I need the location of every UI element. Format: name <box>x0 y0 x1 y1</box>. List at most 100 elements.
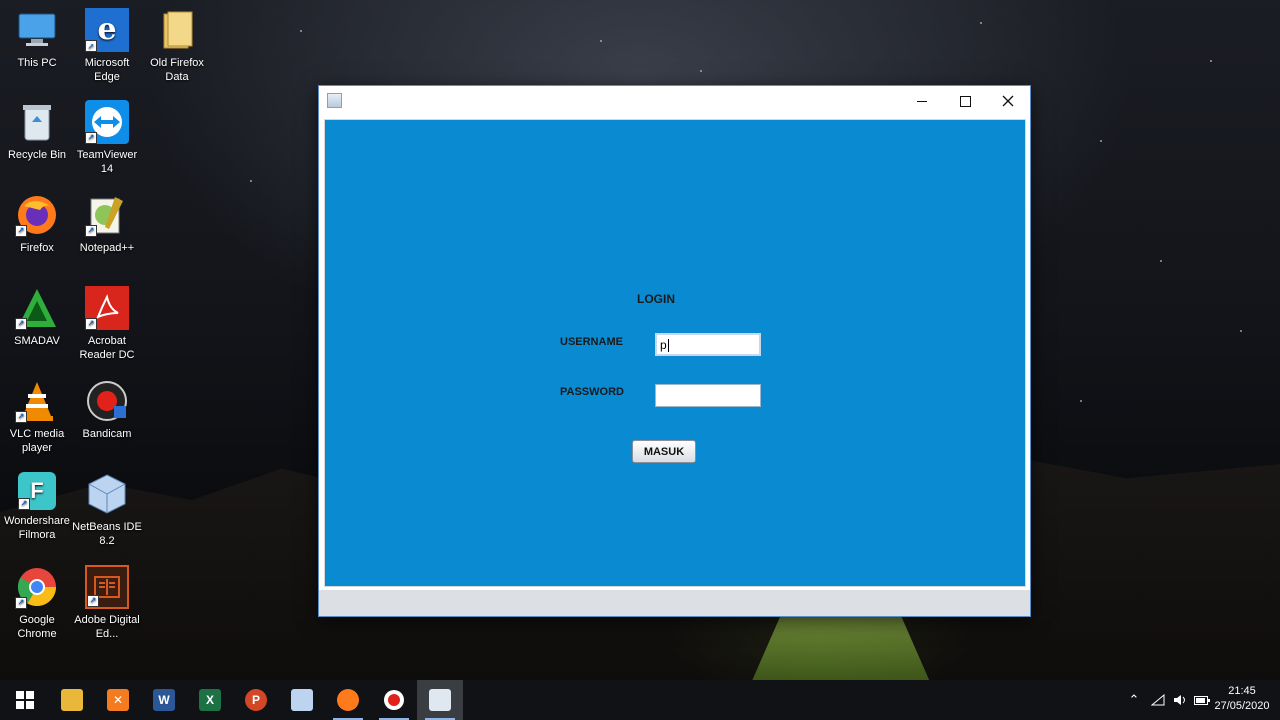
desktop-icon-label: TeamViewer 14 <box>76 149 138 175</box>
taskbar-clock[interactable]: 21:45 27/05/2020 <box>1212 684 1272 714</box>
shortcut-arrow-icon: ↗ <box>85 132 97 144</box>
smadav-icon: ↗ <box>15 286 59 330</box>
close-button[interactable] <box>986 86 1030 116</box>
clock-time: 21:45 <box>1228 685 1256 697</box>
desktop-icon-smadav[interactable]: ↗ SMADAV <box>2 286 72 348</box>
desktop-icon-bandicam[interactable]: Bandicam <box>72 379 142 441</box>
chrome-icon: ↗ <box>15 565 59 609</box>
desktop-icon-label: Wondershare Filmora <box>4 515 70 541</box>
taskbar-word[interactable]: W <box>141 680 187 720</box>
desktop-icon-digital-editions[interactable]: ↗ Adobe Digital Ed... <box>72 565 142 641</box>
start-button[interactable] <box>2 680 48 720</box>
taskbar-firefox[interactable] <box>325 680 371 720</box>
taskbar-xampp[interactable]: ✕ <box>95 680 141 720</box>
vlc-icon: ↗ <box>15 379 59 423</box>
word-icon: W <box>153 689 175 711</box>
netbeans-icon <box>291 689 313 711</box>
username-label: USERNAME <box>560 336 623 348</box>
shortcut-arrow-icon: ↗ <box>18 498 30 510</box>
shortcut-arrow-icon: ↗ <box>15 597 27 609</box>
excel-icon: X <box>199 689 221 711</box>
desktop-icon-label: Adobe Digital Ed... <box>74 614 140 640</box>
desktop-icon-label: Old Firefox Data <box>150 57 204 83</box>
shortcut-arrow-icon: ↗ <box>15 318 27 330</box>
text-caret <box>667 339 669 353</box>
desktop-icon-label: Acrobat Reader DC <box>79 335 135 361</box>
password-label: PASSWORD <box>560 386 624 398</box>
file-explorer-icon <box>61 689 83 711</box>
desktop-icon-label: This PC <box>17 57 57 69</box>
tray-chevron-icon[interactable]: ⌃ <box>1124 680 1144 720</box>
login-panel: LOGIN USERNAME p PASSWORD MASUK <box>324 119 1026 587</box>
taskbar-powerpoint[interactable]: P <box>233 680 279 720</box>
desktop-icon-chrome[interactable]: ↗ Google Chrome <box>2 565 72 641</box>
start-icon <box>16 691 34 709</box>
desktop-icon-netbeans[interactable]: NetBeans IDE 8.2 <box>72 472 142 548</box>
minimize-button[interactable] <box>900 86 944 116</box>
login-window: LOGIN USERNAME p PASSWORD MASUK <box>318 85 1031 617</box>
edge-icon: e ↗ <box>85 8 129 52</box>
bandicam-icon <box>85 379 129 423</box>
filmora-icon: F ↗ <box>18 472 56 510</box>
desktop-icon-label: SMADAV <box>14 335 60 347</box>
desktop-icon-label: Notepad++ <box>79 242 135 254</box>
java-app-icon <box>327 93 342 108</box>
desktop-icon-label: NetBeans IDE 8.2 <box>72 521 142 547</box>
taskbar-file-explorer[interactable] <box>49 680 95 720</box>
shortcut-arrow-icon: ↗ <box>85 225 97 237</box>
clock-date: 27/05/2020 <box>1214 700 1270 712</box>
taskbar-bandicam[interactable] <box>371 680 417 720</box>
network-icon[interactable] <box>1148 680 1168 720</box>
xampp-icon: ✕ <box>107 689 129 711</box>
desktop-icon-label: Google Chrome <box>17 614 57 640</box>
acrobat-icon: ↗ <box>85 286 129 330</box>
recycle-bin-icon <box>15 100 59 144</box>
computer-icon <box>15 8 59 52</box>
shortcut-arrow-icon: ↗ <box>85 318 97 330</box>
shortcut-arrow-icon: ↗ <box>15 225 27 237</box>
window-bottom-bar <box>319 590 1030 616</box>
desktop-icon-label: Bandicam <box>82 428 132 440</box>
desktop-icon-label: VLC media player <box>9 428 65 454</box>
bandicam-icon <box>384 690 404 710</box>
digital-editions-icon: ↗ <box>85 565 129 609</box>
desktop-icon-label: Microsoft Edge <box>84 57 130 83</box>
desktop-icon-notepadpp[interactable]: ↗ Notepad++ <box>72 193 142 255</box>
desktop-icon-label: Firefox <box>20 242 54 254</box>
firefox-icon <box>337 689 359 711</box>
shortcut-arrow-icon: ↗ <box>87 595 99 607</box>
notepadpp-icon: ↗ <box>85 193 129 237</box>
taskbar-java-app[interactable] <box>417 680 463 720</box>
powerpoint-icon: P <box>245 689 267 711</box>
desktop-icon-edge[interactable]: e ↗ Microsoft Edge <box>72 8 142 84</box>
desktop-icon-teamviewer[interactable]: ↗ TeamViewer 14 <box>72 100 142 176</box>
username-input[interactable]: p <box>655 333 761 356</box>
teamviewer-icon: ↗ <box>85 100 129 144</box>
password-input[interactable] <box>655 384 761 407</box>
battery-icon[interactable] <box>1192 680 1212 720</box>
taskbar-netbeans[interactable] <box>279 680 325 720</box>
taskbar-excel[interactable]: X <box>187 680 233 720</box>
desktop-icon-filmora[interactable]: F ↗ Wondershare Filmora <box>2 472 72 542</box>
firefox-icon: ↗ <box>15 193 59 237</box>
maximize-button[interactable] <box>943 86 987 116</box>
desktop-icon-recycle-bin[interactable]: Recycle Bin <box>2 100 72 162</box>
taskbar: ✕ W X P ⌃ 21:45 27/05/2020 <box>0 680 1280 720</box>
masuk-button[interactable]: MASUK <box>632 440 696 463</box>
desktop-icon-label: Recycle Bin <box>7 149 67 161</box>
shortcut-arrow-icon: ↗ <box>85 40 97 52</box>
desktop-icon-acrobat[interactable]: ↗ Acrobat Reader DC <box>72 286 142 362</box>
folder-icon <box>155 8 199 52</box>
login-title: LOGIN <box>637 292 675 306</box>
username-value: p <box>660 338 667 352</box>
volume-icon[interactable] <box>1170 680 1190 720</box>
desktop-icon-old-firefox-data[interactable]: Old Firefox Data <box>142 8 212 84</box>
close-icon <box>1002 95 1014 107</box>
window-titlebar[interactable] <box>319 86 1030 116</box>
desktop-icon-firefox[interactable]: ↗ Firefox <box>2 193 72 255</box>
netbeans-icon <box>85 472 129 516</box>
desktop-icon-this-pc[interactable]: This PC <box>2 8 72 70</box>
shortcut-arrow-icon: ↗ <box>15 411 27 423</box>
desktop-icon-vlc[interactable]: ↗ VLC media player <box>2 379 72 455</box>
java-app-icon <box>429 689 451 711</box>
